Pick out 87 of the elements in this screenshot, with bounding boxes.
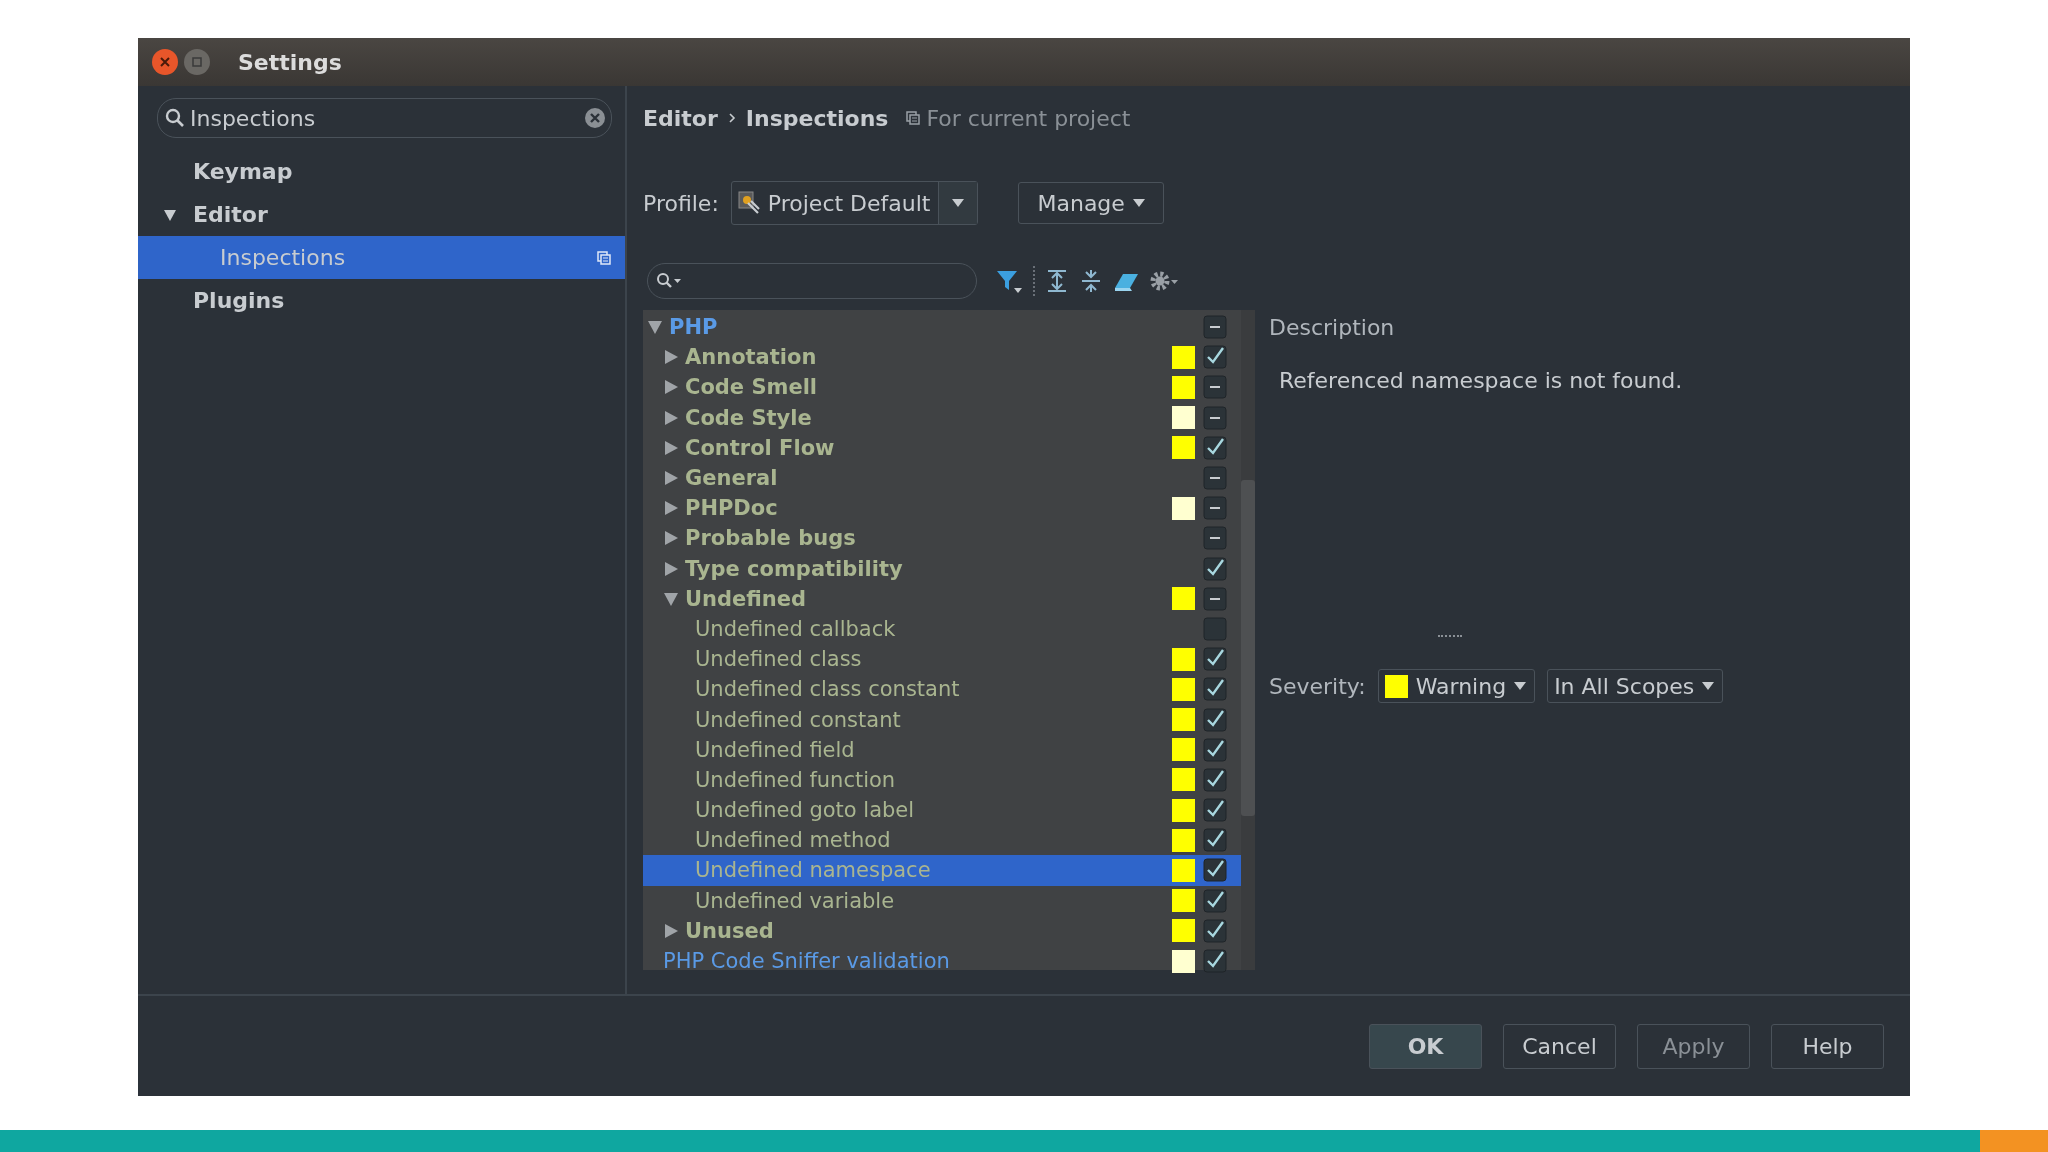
- collapse-all-icon: [1079, 268, 1103, 294]
- close-button[interactable]: [152, 49, 178, 75]
- tree-row[interactable]: Probable bugs: [643, 523, 1241, 554]
- tree-row[interactable]: Undefined function: [643, 764, 1241, 795]
- tree-row[interactable]: Undefined class constant: [643, 674, 1241, 705]
- corner-block: [1980, 1130, 2048, 1152]
- tree-row[interactable]: Undefined: [643, 583, 1241, 614]
- checkbox[interactable]: [1203, 556, 1227, 581]
- expand-all-icon: [1045, 268, 1069, 294]
- window-title: Settings: [238, 49, 342, 75]
- dialog-button[interactable]: Help: [1771, 1023, 1884, 1069]
- copy-icon: [597, 250, 611, 265]
- profile-label: Profile:: [643, 190, 719, 216]
- tree-row[interactable]: PHP: [643, 312, 1241, 343]
- breadcrumb-item: Inspections: [745, 105, 889, 131]
- description-heading: Description: [1269, 313, 1396, 342]
- tree-row[interactable]: Undefined callback: [643, 613, 1241, 645]
- tree-row[interactable]: Code Smell: [643, 372, 1241, 403]
- scrollbar-thumb[interactable]: [1241, 480, 1255, 816]
- checkbox[interactable]: [1203, 949, 1227, 974]
- tree-row[interactable]: Undefined namespace: [643, 855, 1241, 886]
- caret-icon: [952, 199, 965, 207]
- collapse-all-button[interactable]: [1079, 268, 1103, 294]
- checkbox[interactable]: [1203, 435, 1227, 460]
- checkbox[interactable]: [1203, 405, 1227, 430]
- scope-note: For current project: [926, 105, 1131, 131]
- breadcrumb-item: Editor: [643, 105, 718, 131]
- sidebar-item[interactable]: Inspections: [138, 236, 625, 279]
- checkbox[interactable]: [1203, 707, 1227, 732]
- search-icon: [656, 272, 682, 290]
- severity-label: Severity:: [1269, 673, 1366, 699]
- copy-icon: [906, 111, 921, 125]
- tree-row[interactable]: Undefined field: [643, 734, 1241, 765]
- maximize-icon: [192, 57, 202, 67]
- checkbox[interactable]: [1203, 918, 1227, 943]
- filter-icon: [995, 268, 1023, 294]
- checkbox[interactable]: [1203, 586, 1227, 611]
- checkbox[interactable]: [1203, 888, 1227, 913]
- tree-row[interactable]: Annotation: [643, 342, 1241, 373]
- caret-icon: [1702, 682, 1715, 690]
- scope-dropdown[interactable]: In All Scopes: [1547, 669, 1724, 703]
- severity-dropdown[interactable]: Warning: [1377, 669, 1536, 703]
- tree-row[interactable]: Undefined constant: [643, 704, 1241, 735]
- tree-row[interactable]: Code Style: [643, 402, 1241, 433]
- caret-icon: [1132, 199, 1145, 207]
- tree-row[interactable]: Undefined method: [643, 825, 1241, 856]
- checkbox[interactable]: [1203, 496, 1227, 521]
- checkbox[interactable]: [1203, 315, 1227, 340]
- search-field[interactable]: Inspections: [157, 98, 612, 138]
- dialog-button[interactable]: OK: [1369, 1023, 1482, 1069]
- profile-dropdown[interactable]: Project Default: [730, 181, 979, 225]
- checkbox[interactable]: [1203, 466, 1227, 491]
- clear-icon: [584, 107, 606, 129]
- tree-row[interactable]: Type compatibility: [643, 553, 1241, 584]
- chevron-icon: [727, 112, 736, 124]
- checkbox[interactable]: [1203, 767, 1227, 792]
- tree-row[interactable]: Undefined variable: [643, 885, 1241, 916]
- manage-button[interactable]: Manage: [1018, 182, 1164, 224]
- checkbox[interactable]: [1203, 798, 1227, 823]
- expand-all-button[interactable]: [1045, 268, 1069, 294]
- sidebar-item[interactable]: Keymap: [138, 150, 625, 193]
- checkbox[interactable]: [1203, 526, 1227, 551]
- filter-button[interactable]: [995, 268, 1023, 294]
- description-text: Referenced namespace is not found.: [1279, 368, 1684, 393]
- scrollbar[interactable]: [1241, 310, 1255, 970]
- tree-row[interactable]: General: [643, 462, 1241, 494]
- checkbox[interactable]: [1203, 828, 1227, 853]
- tree-row[interactable]: PHP Code Sniffer validation: [643, 945, 1241, 977]
- checkbox[interactable]: [1203, 858, 1227, 883]
- checkbox[interactable]: [1203, 647, 1227, 672]
- sidebar-item[interactable]: Editor: [138, 193, 625, 236]
- tree-row[interactable]: Control Flow: [643, 432, 1241, 463]
- wrench-icon: [737, 191, 762, 215]
- checkbox[interactable]: [1203, 737, 1227, 762]
- tree-row[interactable]: Unused: [643, 915, 1241, 946]
- tree-row[interactable]: PHPDoc: [643, 493, 1241, 524]
- tree-row[interactable]: Undefined goto label: [643, 795, 1241, 826]
- caret-icon: [1514, 682, 1527, 690]
- dialog-button[interactable]: Cancel: [1503, 1023, 1616, 1069]
- checkbox[interactable]: [1203, 616, 1227, 641]
- sidebar-item[interactable]: Plugins: [138, 279, 625, 322]
- search-icon: [165, 108, 185, 128]
- checkbox[interactable]: [1203, 375, 1227, 400]
- tree-row[interactable]: Undefined class: [643, 644, 1241, 675]
- checkbox[interactable]: [1203, 677, 1227, 702]
- checkbox[interactable]: [1203, 345, 1227, 370]
- close-icon: [160, 57, 170, 67]
